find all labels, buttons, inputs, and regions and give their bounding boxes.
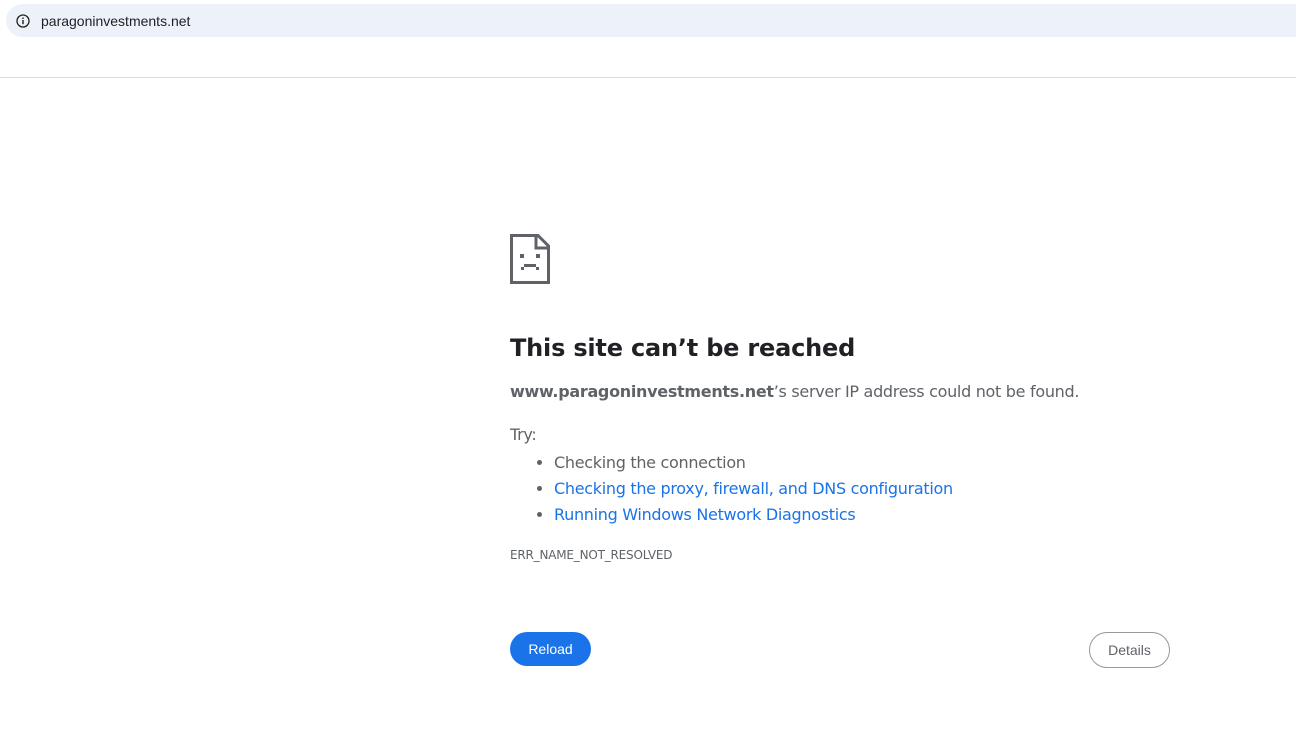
suggestion-item: Checking the connection <box>554 450 1170 476</box>
url-text[interactable]: paragoninvestments.net <box>41 13 190 29</box>
try-label: Try: <box>510 425 537 444</box>
reload-button[interactable]: Reload <box>510 632 591 666</box>
error-host: www.paragoninvestments.net <box>510 382 774 401</box>
suggestion-network-diagnostics-link[interactable]: Running Windows Network Diagnostics <box>554 505 856 524</box>
suggestion-check-proxy-link[interactable]: Checking the proxy, firewall, and DNS co… <box>554 479 953 498</box>
error-title: This site can’t be reached <box>510 334 856 362</box>
sad-document-icon <box>510 234 550 284</box>
info-icon[interactable] <box>7 5 39 37</box>
suggestion-list: Checking the connection Checking the pro… <box>510 450 1170 528</box>
details-button[interactable]: Details <box>1089 632 1170 668</box>
address-bar[interactable]: paragoninvestments.net <box>6 4 1296 37</box>
suggestion-item: Checking the proxy, firewall, and DNS co… <box>554 476 1170 502</box>
error-page: This site can’t be reached www.paragonin… <box>510 234 1170 562</box>
error-code: ERR_NAME_NOT_RESOLVED <box>510 548 673 562</box>
suggestion-item: Running Windows Network Diagnostics <box>554 502 1170 528</box>
error-message-suffix: ’s server IP address could not be found. <box>773 382 1080 401</box>
browser-toolbar: paragoninvestments.net <box>0 0 1296 78</box>
suggestion-check-connection: Checking the connection <box>554 453 746 472</box>
error-message: www.paragoninvestments.net’s server IP a… <box>510 382 1170 401</box>
